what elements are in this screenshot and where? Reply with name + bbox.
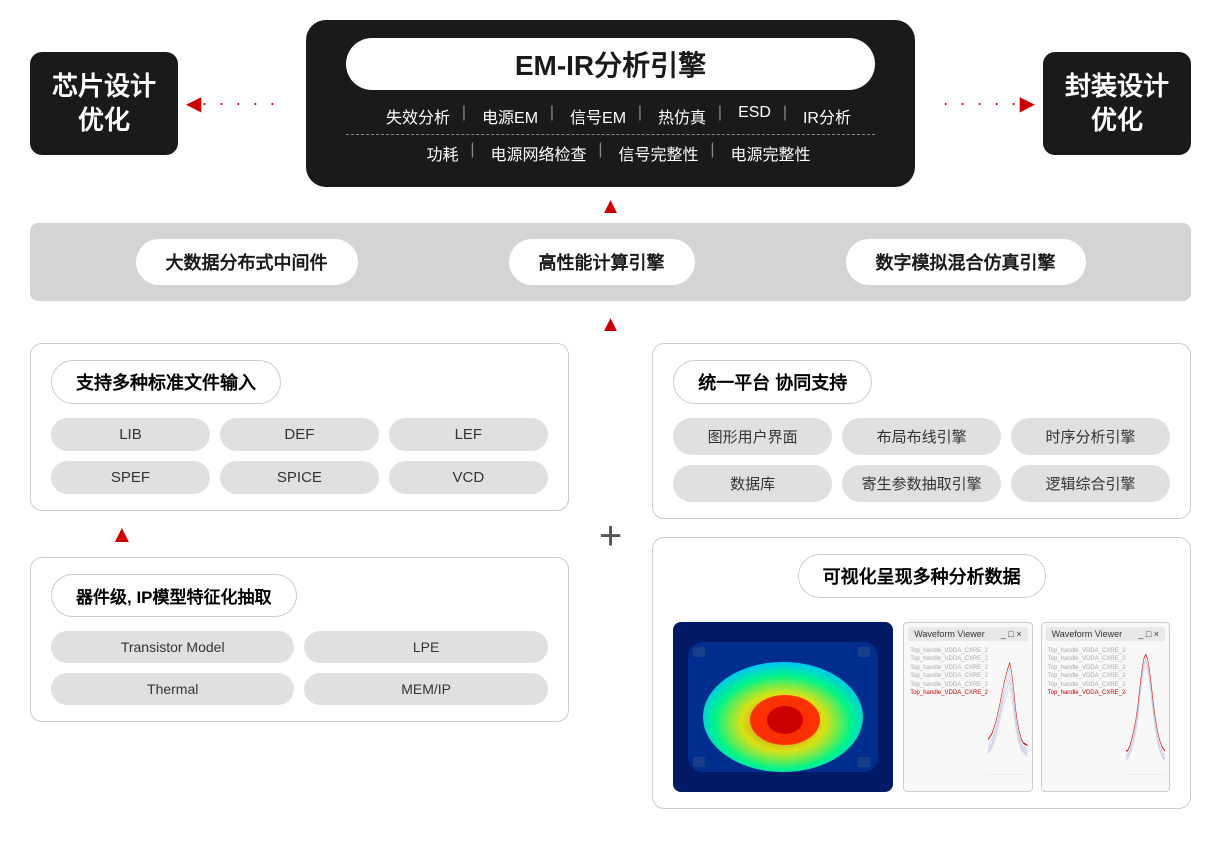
right-dots: · · · · ·	[943, 93, 1020, 114]
features-row1: 失效分析 电源EM 信号EM 热仿真 ESD IR分析	[346, 104, 874, 128]
arrow-up-2-wrap: ▲	[30, 311, 1191, 337]
arrow-up-3: ▲	[30, 521, 569, 549]
format-lef: LEF	[389, 418, 548, 451]
model-lpe: LPE	[304, 631, 547, 663]
model-extraction-box: 器件级, IP模型特征化抽取 Transistor Model LPE Ther…	[30, 557, 569, 722]
package-design-box: 封装设计 优化	[1043, 52, 1191, 156]
waveform-svg-2	[1126, 645, 1165, 775]
waveform-legend-1: Top_handle_VDDA_CXRE_245623 Top_handle_V…	[908, 645, 988, 775]
thermal-svg	[673, 622, 893, 792]
right-dotted-arrow: · · · · · ▶	[943, 91, 1035, 116]
arrow-up-3-icon: ▲	[110, 521, 134, 548]
feature-电源EM: 电源EM	[466, 104, 554, 128]
right-column: 统一平台 协同支持 图形用户界面 布局布线引擎 时序分析引擎 数据库 寄生参数抽…	[652, 343, 1191, 809]
gray-band: 大数据分布式中间件 高性能计算引擎 数字模拟混合仿真引擎	[30, 223, 1191, 301]
waveform-body-2: Top_handle_VDDA_CXRE_245623 Top_handle_V…	[1046, 645, 1165, 775]
model-grid: Transistor Model LPE Thermal MEM/IP	[51, 631, 548, 705]
plus-sign: +	[589, 514, 632, 559]
feature-失效分析: 失效分析	[370, 104, 466, 128]
waveform-chart-2	[1126, 645, 1165, 775]
unified-platform-box: 统一平台 协同支持 图形用户界面 布局布线引擎 时序分析引擎 数据库 寄生参数抽…	[652, 343, 1191, 519]
file-input-title: 支持多种标准文件输入	[51, 360, 281, 404]
lower-section: 支持多种标准文件输入 LIB DEF LEF SPEF SPICE VCD ▲ …	[30, 343, 1191, 809]
package-design-label: 封装设计 优化	[1065, 71, 1169, 135]
left-dotted-arrow: ◀ · · · · ·	[186, 91, 278, 116]
waveform-body-1: Top_handle_VDDA_CXRE_245623 Top_handle_V…	[908, 645, 1027, 775]
model-memip: MEM/IP	[304, 673, 547, 705]
em-ir-title: EM-IR分析引擎	[515, 50, 706, 81]
compute-engine-pill: 高性能计算引擎	[509, 239, 695, 285]
format-def: DEF	[220, 418, 379, 451]
feature-信号EM: 信号EM	[554, 104, 642, 128]
middleware-pill: 大数据分布式中间件	[136, 239, 358, 285]
waveform-legend-2: Top_handle_VDDA_CXRE_245623 Top_handle_V…	[1046, 645, 1126, 775]
viz-content: Waveform Viewer _ □ × Top_handle_VDDA_CX…	[673, 622, 1170, 792]
waveform-chart-1	[988, 645, 1027, 775]
platform-routing: 布局布线引擎	[842, 418, 1001, 455]
feature-功耗: 功耗	[410, 141, 474, 165]
arrow-up-2-icon: ▲	[600, 311, 622, 336]
top-section: 芯片设计 优化 ◀ · · · · · EM-IR分析引擎 失效分析 电源EM …	[30, 20, 1191, 187]
platform-gui: 图形用户界面	[673, 418, 832, 455]
format-spef: SPEF	[51, 461, 210, 494]
thermal-heatmap	[673, 622, 893, 792]
waveform-header-1: Waveform Viewer _ □ ×	[908, 627, 1027, 641]
main-container: 芯片设计 优化 ◀ · · · · · EM-IR分析引擎 失效分析 电源EM …	[0, 0, 1221, 850]
format-grid: LIB DEF LEF SPEF SPICE VCD	[51, 418, 548, 494]
mixed-sim-pill: 数字模拟混合仿真引擎	[846, 239, 1086, 285]
right-arrowhead: ▶	[1020, 91, 1035, 116]
waveform-title-1: Waveform Viewer	[914, 629, 985, 639]
feature-IR分析: IR分析	[787, 104, 851, 128]
chip-design-label: 芯片设计 优化	[52, 71, 156, 135]
waveform-header-2: Waveform Viewer _ □ ×	[1046, 627, 1165, 641]
file-input-box: 支持多种标准文件输入 LIB DEF LEF SPEF SPICE VCD	[30, 343, 569, 511]
platform-logic: 逻辑综合引擎	[1011, 465, 1170, 502]
left-column: 支持多种标准文件输入 LIB DEF LEF SPEF SPICE VCD ▲ …	[30, 343, 569, 722]
platform-db: 数据库	[673, 465, 832, 502]
visualization-box: 可视化呈现多种分析数据	[652, 537, 1191, 809]
model-transistor: Transistor Model	[51, 631, 294, 663]
waveform-viewers: Waveform Viewer _ □ × Top_handle_VDDA_CX…	[903, 622, 1170, 792]
platform-grid: 图形用户界面 布局布线引擎 时序分析引擎 数据库 寄生参数抽取引擎 逻辑综合引擎	[673, 418, 1170, 502]
format-lib: LIB	[51, 418, 210, 451]
format-spice: SPICE	[220, 461, 379, 494]
feature-电源网络检查: 电源网络检查	[474, 141, 602, 165]
platform-timing: 时序分析引擎	[1011, 418, 1170, 455]
feature-ESD: ESD	[722, 104, 787, 128]
feature-电源完整性: 电源完整性	[715, 141, 811, 165]
model-extraction-title: 器件级, IP模型特征化抽取	[51, 574, 297, 617]
features-row2: 功耗 电源网络检查 信号完整性 电源完整性	[346, 134, 874, 165]
em-ir-engine-box: EM-IR分析引擎 失效分析 电源EM 信号EM 热仿真 ESD IR分析 功耗…	[306, 20, 914, 187]
model-thermal: Thermal	[51, 673, 294, 705]
visualization-title: 可视化呈现多种分析数据	[798, 554, 1046, 598]
waveform-controls-1: _ □ ×	[1001, 629, 1022, 639]
unified-platform-title: 统一平台 协同支持	[673, 360, 872, 404]
feature-信号完整性: 信号完整性	[603, 141, 715, 165]
arrow-up-1: ▲	[30, 193, 1191, 219]
waveform-svg-1	[988, 645, 1027, 775]
left-arrowhead: ◀	[186, 91, 201, 116]
em-ir-title-wrap: EM-IR分析引擎	[346, 38, 874, 90]
waveform-panel-2: Waveform Viewer _ □ × Top_handle_VDDA_CX…	[1041, 622, 1170, 792]
format-vcd: VCD	[389, 461, 548, 494]
left-dots: · · · · ·	[201, 93, 278, 114]
platform-parasitic: 寄生参数抽取引擎	[842, 465, 1001, 502]
waveform-panel-1: Waveform Viewer _ □ × Top_handle_VDDA_CX…	[903, 622, 1032, 792]
waveform-title-2: Waveform Viewer	[1052, 629, 1123, 639]
chip-design-box: 芯片设计 优化	[30, 52, 178, 156]
waveform-controls-2: _ □ ×	[1138, 629, 1159, 639]
arrow-up-1-icon: ▲	[600, 193, 622, 218]
feature-热仿真: 热仿真	[642, 104, 722, 128]
